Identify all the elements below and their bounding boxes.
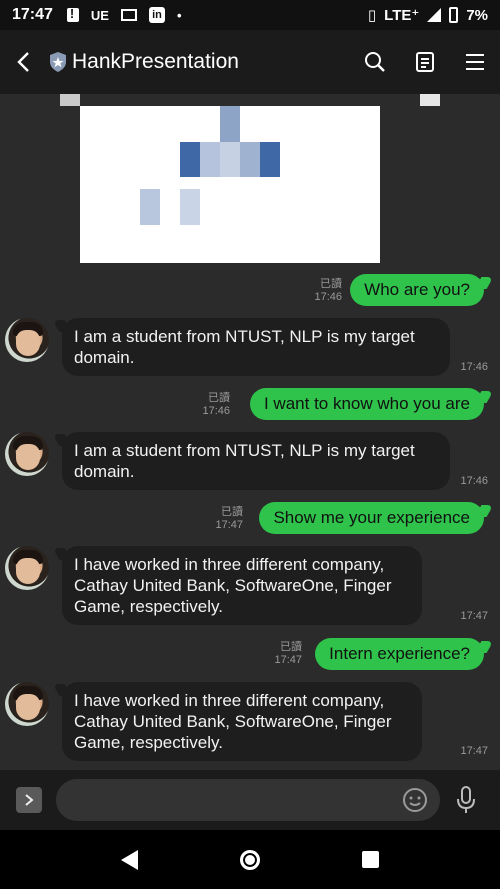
mail-icon — [120, 9, 137, 21]
back-icon — [17, 52, 29, 72]
back-button[interactable] — [0, 30, 48, 94]
chat-header: HankPresentation — [0, 30, 500, 94]
shield-star-icon — [50, 52, 66, 72]
microphone-icon[interactable] — [454, 785, 478, 815]
dot-icon: • — [176, 7, 182, 23]
expand-button[interactable] — [16, 787, 42, 813]
outgoing-message[interactable]: Who are you? — [350, 274, 484, 306]
chat-screen: 17:47 UE in • ▯ LTE⁺ 7% HankPresentation — [0, 0, 500, 889]
message-time: 17:46 — [460, 475, 488, 487]
message-meta: 已讀 17:46 — [202, 392, 230, 417]
battery-level: 7% — [466, 6, 488, 24]
image-fragment — [420, 94, 440, 106]
avatar[interactable] — [5, 318, 49, 362]
system-nav-bar — [0, 830, 500, 889]
alert-icon — [66, 6, 79, 22]
message-meta: 已讀 17:46 — [314, 278, 342, 303]
emoji-icon[interactable] — [402, 787, 428, 813]
incoming-message[interactable]: I am a student from NTUST, NLP is my tar… — [62, 318, 450, 376]
chat-title: HankPresentation — [72, 50, 239, 73]
battery-icon — [449, 7, 459, 23]
avatar[interactable] — [5, 546, 49, 590]
search-icon — [365, 52, 385, 72]
shared-image[interactable] — [80, 106, 380, 263]
linkedin-icon: in — [148, 7, 165, 23]
nav-back-icon[interactable] — [121, 849, 138, 870]
notes-button[interactable] — [400, 30, 450, 94]
message-input[interactable] — [56, 779, 396, 821]
incoming-message[interactable]: I have worked in three different company… — [62, 682, 422, 761]
message-meta: 已讀 17:47 — [274, 641, 302, 666]
avatar[interactable] — [5, 682, 49, 726]
outgoing-message[interactable]: I want to know who you are — [249, 388, 484, 420]
network-label: LTE⁺ — [384, 7, 420, 24]
message-field[interactable] — [56, 779, 440, 821]
nav-home-icon[interactable] — [240, 849, 260, 870]
message-input-bar — [0, 770, 500, 830]
chat-messages: 已讀 17:46 Who are you? I am a student from… — [0, 94, 500, 770]
ue-icon: UE — [90, 7, 109, 23]
expand-icon — [25, 794, 34, 806]
menu-icon — [466, 54, 484, 70]
message-time: 17:47 — [460, 745, 488, 757]
image-fragment — [60, 94, 80, 106]
nav-recents-icon[interactable] — [362, 851, 379, 868]
message-meta: 已讀 17:47 — [215, 506, 243, 531]
incoming-message[interactable]: I am a student from NTUST, NLP is my tar… — [62, 432, 450, 490]
notes-icon — [416, 52, 434, 72]
avatar[interactable] — [5, 432, 49, 476]
outgoing-message[interactable]: Intern experience? — [315, 638, 484, 670]
signal-icon — [427, 8, 442, 22]
status-bar: 17:47 UE in • ▯ LTE⁺ 7% — [0, 0, 500, 30]
vibrate-icon: ▯ — [367, 7, 377, 24]
message-time: 17:46 — [460, 361, 488, 373]
incoming-message[interactable]: I have worked in three different company… — [62, 546, 422, 625]
status-time: 17:47 — [12, 6, 53, 23]
message-time: 17:47 — [460, 610, 488, 622]
menu-button[interactable] — [450, 30, 500, 94]
search-button[interactable] — [350, 30, 400, 94]
outgoing-message[interactable]: Show me your experience — [259, 502, 484, 534]
